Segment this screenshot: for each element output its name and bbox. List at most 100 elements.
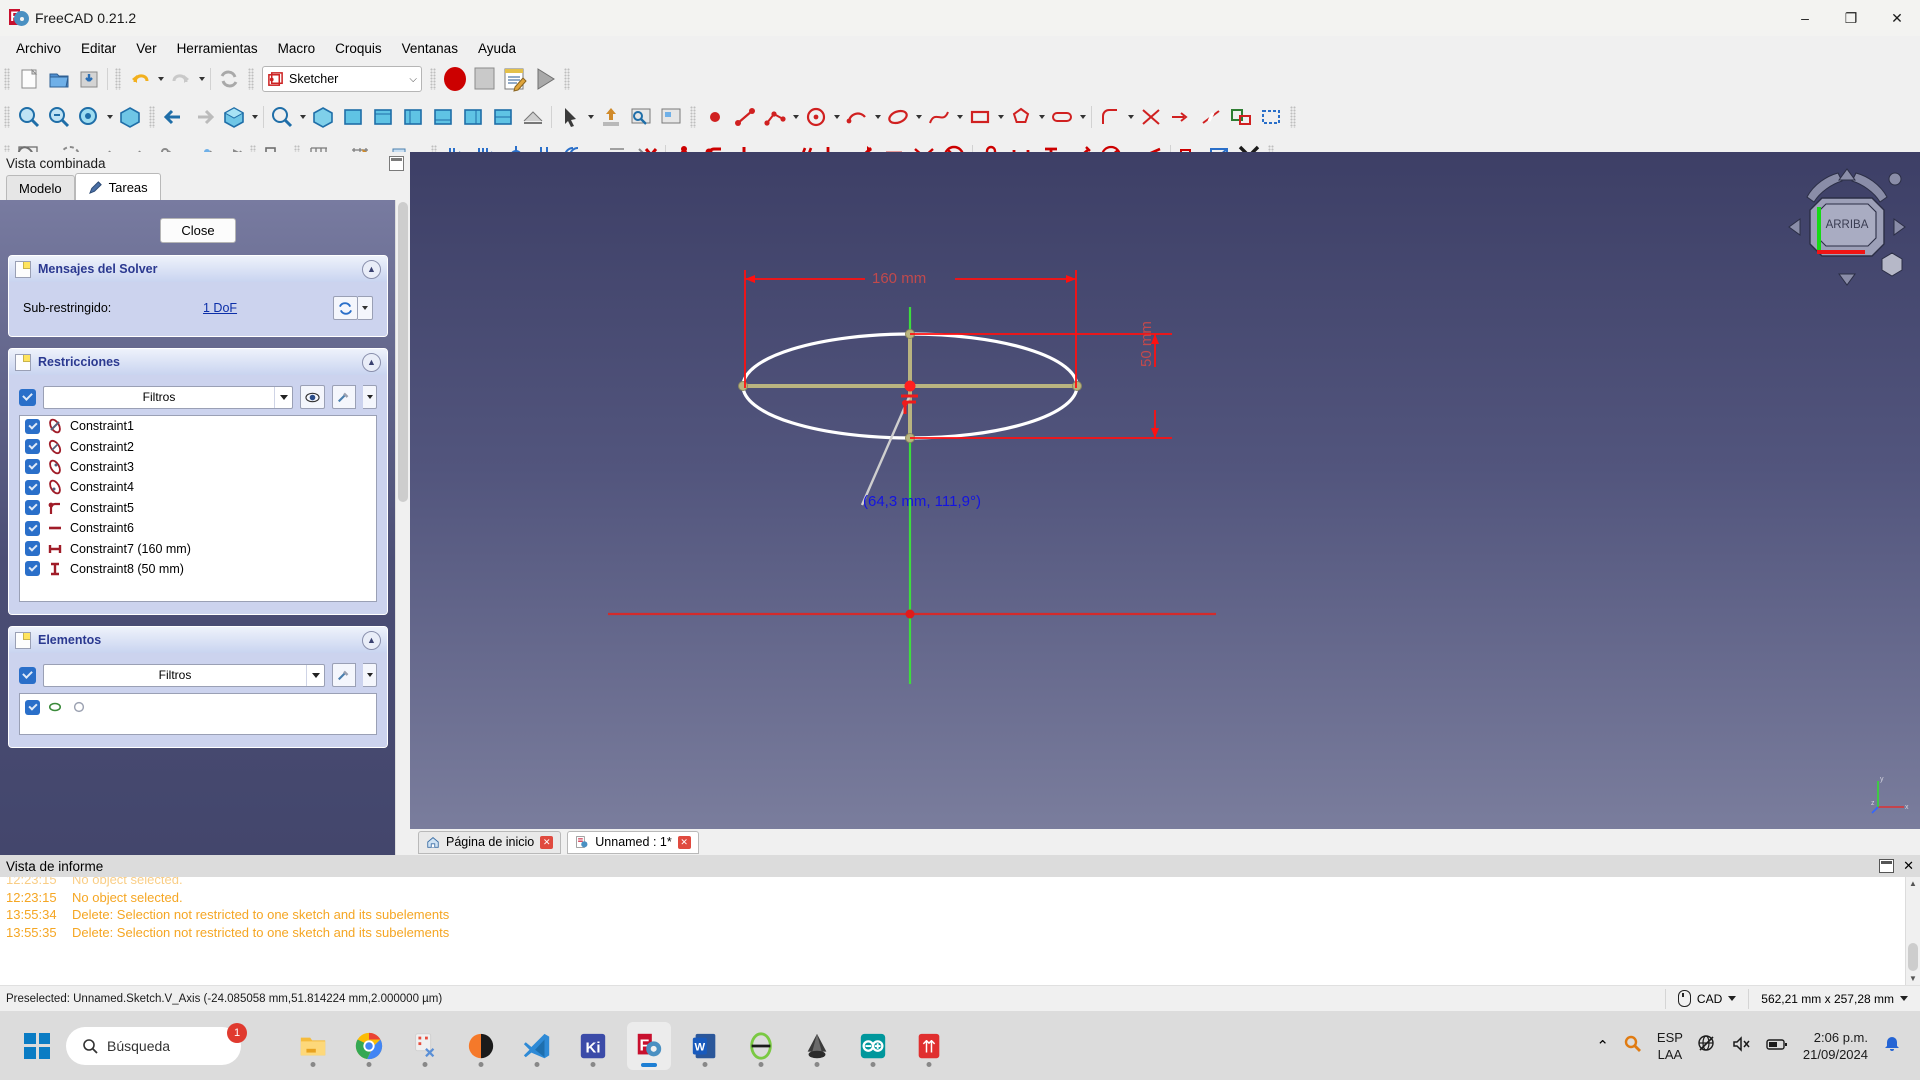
tab-tareas[interactable]: Tareas xyxy=(74,173,161,200)
view-dimensions[interactable]: 562,21 mm x 257,28 mm xyxy=(1748,988,1920,1009)
rectangle-dropdown[interactable] xyxy=(995,102,1006,132)
menu-ver[interactable]: Ver xyxy=(126,38,166,59)
create-fillet-button[interactable] xyxy=(1095,102,1125,132)
dimension-vertical-label[interactable]: 50 mm xyxy=(1138,321,1155,367)
fillet-dropdown[interactable] xyxy=(1125,102,1136,132)
tab-pagina-de-inicio[interactable]: Página de inicio ✕ xyxy=(418,830,562,854)
taskbar-app-arduino[interactable] xyxy=(851,1022,895,1070)
elements-select-all-checkbox[interactable] xyxy=(19,666,36,684)
axonometric-button[interactable] xyxy=(219,102,249,132)
selection-view-button[interactable] xyxy=(555,102,585,132)
redo-button[interactable] xyxy=(166,64,196,94)
trim-edge-button[interactable] xyxy=(1136,102,1166,132)
elements-list[interactable] xyxy=(19,693,377,735)
slot-dropdown[interactable] xyxy=(1077,102,1088,132)
taskbar-app-google-chrome[interactable] xyxy=(347,1022,391,1070)
macro-edit-button[interactable] xyxy=(500,64,530,94)
tab-unnamed[interactable]: Unnamed : 1* ✕ xyxy=(567,830,699,854)
dimension-horizontal-label[interactable]: 160 mm xyxy=(872,270,926,287)
axonometric-dropdown[interactable] xyxy=(249,102,260,132)
constraint-checkbox[interactable] xyxy=(25,479,40,495)
close-button[interactable]: ✕ xyxy=(1874,0,1920,36)
list-item[interactable] xyxy=(20,694,376,717)
create-ellipse-button[interactable] xyxy=(883,102,913,132)
tab-modelo[interactable]: Modelo xyxy=(6,175,75,200)
list-item[interactable]: Constraint5 xyxy=(20,498,376,518)
open-document-button[interactable] xyxy=(44,64,74,94)
draw-style-dropdown[interactable] xyxy=(104,102,115,132)
export-button[interactable] xyxy=(596,102,626,132)
constraint-checkbox[interactable] xyxy=(25,418,40,434)
selection-dropdown[interactable] xyxy=(585,102,596,132)
create-bspline-button[interactable] xyxy=(924,102,954,132)
macro-stop-button[interactable] xyxy=(470,64,500,94)
fit-dropdown[interactable] xyxy=(297,102,308,132)
menu-ayuda[interactable]: Ayuda xyxy=(468,38,526,59)
undock-icon[interactable] xyxy=(389,155,404,171)
list-item[interactable]: Constraint8 (50 mm) xyxy=(20,559,376,579)
scene-inspector-button[interactable] xyxy=(656,102,686,132)
measure-button[interactable] xyxy=(626,102,656,132)
menu-archivo[interactable]: Archivo xyxy=(6,38,71,59)
constraint-checkbox[interactable] xyxy=(25,520,40,536)
create-slot-button[interactable] xyxy=(1047,102,1077,132)
isometric-view-button[interactable] xyxy=(115,102,145,132)
report-scrollbar[interactable]: ▲ ▼ xyxy=(1905,877,1920,985)
draw-style-button[interactable] xyxy=(74,102,104,132)
clock[interactable]: 2:06 p.m. 21/09/2024 xyxy=(1803,1029,1868,1063)
list-item[interactable]: Constraint6 xyxy=(20,518,376,538)
menu-ventanas[interactable]: Ventanas xyxy=(392,38,468,59)
sketch-canvas[interactable] xyxy=(410,152,1920,855)
constraints-filter-combo[interactable]: Filtros xyxy=(43,385,293,409)
task-panel-scrollbar[interactable] xyxy=(395,200,410,855)
menu-herramientas[interactable]: Herramientas xyxy=(167,38,268,59)
scroll-up-icon[interactable]: ▲ xyxy=(1906,877,1920,890)
taskbar-app-file-explorer[interactable] xyxy=(291,1022,335,1070)
toolbar-grip[interactable] xyxy=(4,68,10,90)
fit-all-view-button[interactable] xyxy=(267,102,297,132)
list-item[interactable]: Constraint1 xyxy=(20,416,376,436)
constraint-checkbox[interactable] xyxy=(25,439,40,455)
search-input[interactable]: Búsqueda 1 xyxy=(66,1022,247,1065)
polyline-dropdown[interactable] xyxy=(790,102,801,132)
create-circle-button[interactable] xyxy=(801,102,831,132)
constraint-checkbox[interactable] xyxy=(25,561,40,577)
create-rectangle-button[interactable] xyxy=(965,102,995,132)
elements-header[interactable]: Elementos ▲ xyxy=(9,627,387,653)
toolbar-grip[interactable] xyxy=(149,105,155,128)
maximize-button[interactable]: ❐ xyxy=(1828,0,1874,36)
list-item[interactable]: Constraint2 xyxy=(20,436,376,456)
bspline-dropdown[interactable] xyxy=(954,102,965,132)
undo-button[interactable] xyxy=(125,64,155,94)
toolbar-grip[interactable] xyxy=(115,68,121,90)
navigation-style-selector[interactable]: CAD xyxy=(1664,988,1748,1009)
rear-view-button[interactable] xyxy=(428,102,458,132)
arc-dropdown[interactable] xyxy=(872,102,883,132)
new-document-button[interactable] xyxy=(14,64,44,94)
toolbar-grip[interactable] xyxy=(248,68,254,90)
undock-icon[interactable] xyxy=(1879,859,1895,873)
taskb ar-app-openscad[interactable] xyxy=(739,1022,783,1070)
elements-settings-button[interactable] xyxy=(332,663,356,687)
constraints-select-all-checkbox[interactable] xyxy=(19,388,36,406)
save-document-button[interactable] xyxy=(74,64,104,94)
toolbar-grip[interactable] xyxy=(690,105,696,128)
taskbar-app-word[interactable]: W xyxy=(683,1022,727,1070)
taskbar-app-kicad[interactable]: Ki xyxy=(571,1022,615,1070)
taskbar-app-freecad[interactable]: F xyxy=(627,1021,671,1070)
refresh-solver-button[interactable] xyxy=(333,296,358,320)
taskbar-app-snipping-tool[interactable] xyxy=(403,1022,447,1070)
list-item[interactable]: Constraint3 xyxy=(20,457,376,477)
constraints-header[interactable]: Restricciones ▲ xyxy=(9,349,387,375)
search-highlight-icon[interactable] xyxy=(1623,1034,1643,1057)
back-button[interactable] xyxy=(159,102,189,132)
volume-muted-icon[interactable] xyxy=(1731,1034,1751,1057)
redo-dropdown[interactable] xyxy=(196,64,207,94)
constraint-checkbox[interactable] xyxy=(25,459,40,475)
circle-dropdown[interactable] xyxy=(831,102,842,132)
ellipse-dropdown[interactable] xyxy=(913,102,924,132)
battery-icon[interactable] xyxy=(1765,1034,1789,1057)
toolbar-grip[interactable] xyxy=(430,68,436,90)
collapse-icon[interactable]: ▲ xyxy=(362,352,381,372)
external-geometry-button[interactable] xyxy=(1226,102,1256,132)
